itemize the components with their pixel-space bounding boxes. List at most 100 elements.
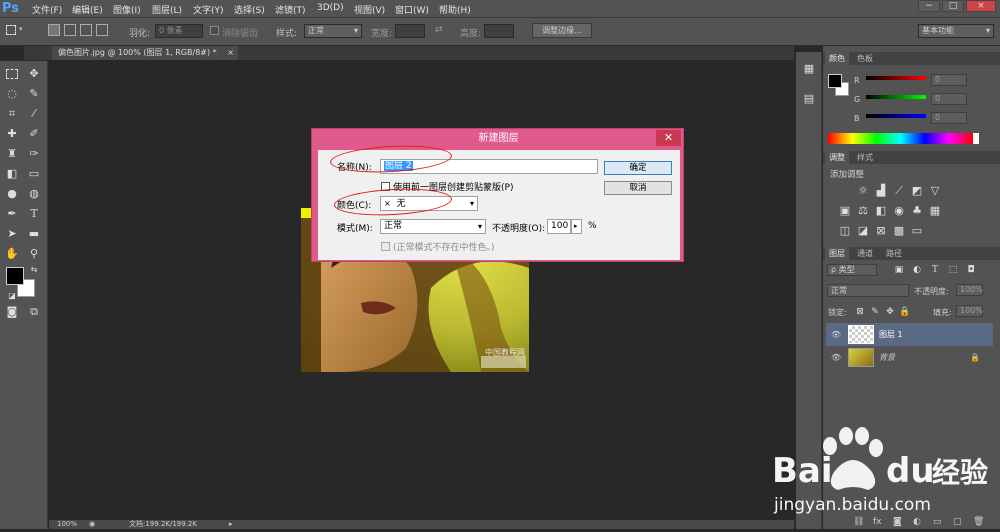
r-input[interactable]: 0: [931, 74, 967, 86]
gradient-map-icon[interactable]: ▭: [909, 224, 925, 238]
menu-3d[interactable]: 3D(D): [317, 3, 344, 13]
curves-icon[interactable]: ⟋: [891, 184, 907, 198]
hand-tool-icon[interactable]: ✋: [4, 247, 20, 261]
zoom-level[interactable]: 100%: [57, 520, 77, 529]
levels-icon[interactable]: ▟: [873, 184, 889, 198]
spectrum-white[interactable]: [973, 133, 979, 144]
color-spectrum[interactable]: [828, 133, 973, 144]
crop-tool-icon[interactable]: ⌗: [4, 107, 20, 121]
eraser-tool-icon[interactable]: ◧: [4, 167, 20, 181]
brush-tool-icon[interactable]: ✐: [26, 127, 42, 141]
style-select[interactable]: 正常 ▾: [304, 24, 362, 38]
invert-icon[interactable]: ◫: [837, 224, 853, 238]
brightness-icon[interactable]: ☼: [855, 184, 871, 198]
layer-row-1[interactable]: 👁 图层 1: [826, 323, 993, 346]
healing-brush-icon[interactable]: ✚: [4, 127, 20, 141]
workspace-select[interactable]: 基本功能 ▾: [918, 24, 994, 38]
tab-layers[interactable]: 图层: [825, 247, 849, 260]
tab-color[interactable]: 颜色: [825, 52, 849, 65]
preset-dropdown-icon[interactable]: ▾: [19, 25, 23, 33]
opacity-arrow-button[interactable]: ▸: [571, 219, 582, 234]
swap-colors-icon[interactable]: ⇆: [26, 263, 42, 277]
close-tab-icon[interactable]: ×: [227, 46, 234, 60]
screen-mode-icon[interactable]: ⧉: [26, 305, 42, 319]
height-input[interactable]: [484, 24, 514, 38]
color-lookup-icon[interactable]: ▦: [927, 204, 943, 218]
lock-all-icon[interactable]: 🔒: [897, 305, 913, 319]
lock-transparent-icon[interactable]: ⊠: [852, 305, 868, 319]
mode-select[interactable]: 正常 ▾: [380, 219, 486, 234]
eye-icon[interactable]: 👁: [831, 346, 841, 369]
g-slider[interactable]: [866, 95, 926, 99]
status-menu-icon[interactable]: ◉: [89, 520, 95, 529]
fill-input[interactable]: 100%: [956, 305, 983, 317]
properties-panel-icon[interactable]: ▤: [801, 92, 817, 106]
menu-view[interactable]: 视图(V): [354, 3, 385, 16]
close-window-button[interactable]: ×: [966, 0, 996, 12]
add-selection-icon[interactable]: [64, 24, 76, 36]
channel-mixer-icon[interactable]: ♣: [909, 204, 925, 218]
tab-channels[interactable]: 通道: [853, 247, 877, 260]
tab-adjustments[interactable]: 调整: [825, 151, 849, 164]
path-select-icon[interactable]: ➤: [4, 227, 20, 241]
marquee-preset-icon[interactable]: [6, 25, 16, 35]
lasso-tool-icon[interactable]: ◌: [4, 87, 20, 101]
b-input[interactable]: 0: [931, 112, 967, 124]
clone-stamp-icon[interactable]: ♜: [4, 147, 20, 161]
menu-window[interactable]: 窗口(W): [395, 3, 429, 16]
color-balance-icon[interactable]: ⚖: [855, 204, 871, 218]
filter-type-icon[interactable]: T: [927, 263, 943, 277]
layer-row-2[interactable]: 👁 背景 🔒: [826, 346, 993, 369]
document-tab[interactable]: 偏色图片.jpg @ 100% (图层 1, RGB/8#) * ×: [52, 46, 238, 60]
menu-type[interactable]: 文字(Y): [193, 3, 224, 16]
bw-icon[interactable]: ◧: [873, 204, 889, 218]
subtract-selection-icon[interactable]: [80, 24, 92, 36]
ok-button[interactable]: 确定: [604, 161, 672, 175]
threshold-icon[interactable]: ⊠: [873, 224, 889, 238]
layer-name[interactable]: 背景: [879, 346, 895, 369]
eyedropper-tool-icon[interactable]: ⁄: [26, 107, 42, 121]
width-input[interactable]: [395, 24, 425, 38]
quick-select-tool-icon[interactable]: ✎: [26, 87, 42, 101]
opacity-input[interactable]: 100%: [956, 284, 983, 296]
exposure-icon[interactable]: ◩: [909, 184, 925, 198]
opacity-input[interactable]: 100: [547, 219, 571, 234]
antialias-checkbox[interactable]: [210, 26, 219, 35]
quick-mask-icon[interactable]: ◙: [4, 305, 20, 319]
history-panel-icon[interactable]: ▦: [801, 62, 817, 76]
zoom-tool-icon[interactable]: ⚲: [26, 247, 42, 261]
b-slider[interactable]: [866, 114, 926, 118]
tab-swatches[interactable]: 色板: [853, 52, 877, 65]
menu-select[interactable]: 选择(S): [234, 3, 265, 16]
marquee-tool-icon[interactable]: [6, 69, 18, 79]
photo-filter-icon[interactable]: ◉: [891, 204, 907, 218]
blur-tool-icon[interactable]: ●: [4, 187, 20, 201]
lock-position-icon[interactable]: ✥: [882, 305, 898, 319]
new-selection-icon[interactable]: [48, 24, 60, 36]
default-colors-icon[interactable]: ◪: [4, 289, 20, 303]
eye-icon[interactable]: 👁: [831, 323, 841, 346]
menu-file[interactable]: 文件(F): [32, 3, 62, 16]
filter-pixel-icon[interactable]: ▣: [891, 263, 907, 277]
filter-shape-icon[interactable]: ⬚: [945, 263, 961, 277]
layer-name[interactable]: 图层 1: [879, 323, 903, 346]
rectangle-tool-icon[interactable]: ▬: [26, 227, 42, 241]
minimize-button[interactable]: −: [918, 0, 940, 12]
menu-image[interactable]: 图像(I): [113, 3, 141, 16]
hue-sat-icon[interactable]: ▣: [837, 204, 853, 218]
menu-help[interactable]: 帮助(H): [439, 3, 471, 16]
menu-filter[interactable]: 滤镜(T): [275, 3, 306, 16]
tab-styles[interactable]: 样式: [853, 151, 877, 164]
foreground-color-swatch[interactable]: [6, 267, 24, 285]
cancel-button[interactable]: 取消: [604, 181, 672, 195]
pen-tool-icon[interactable]: ✒: [4, 207, 20, 221]
filter-smart-icon[interactable]: ◘: [963, 263, 979, 277]
type-tool-icon[interactable]: T: [26, 207, 42, 221]
lock-pixels-icon[interactable]: ✎: [867, 305, 883, 319]
vibrance-icon[interactable]: ▽: [927, 184, 943, 198]
tab-paths[interactable]: 路径: [882, 247, 906, 260]
r-slider[interactable]: [866, 76, 926, 80]
refine-edge-button[interactable]: 调整边缘...: [532, 23, 592, 38]
menu-edit[interactable]: 编辑(E): [72, 3, 103, 16]
selective-color-icon[interactable]: ▩: [891, 224, 907, 238]
